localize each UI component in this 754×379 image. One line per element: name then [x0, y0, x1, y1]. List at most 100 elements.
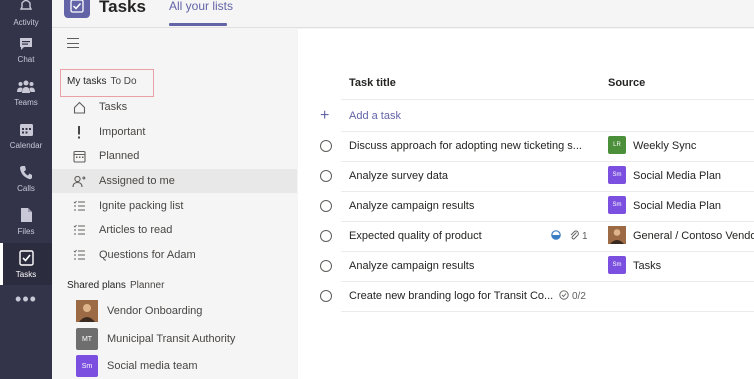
- my-tasks-header: My tasks To Do: [67, 76, 137, 87]
- tab-all-your-lists[interactable]: All your lists: [169, 0, 233, 13]
- my-tasks-subtitle: To Do: [110, 76, 137, 87]
- rail-item-teams[interactable]: Teams: [0, 76, 52, 119]
- task-list-pane: Task title Source + Add a task Discuss a…: [298, 29, 754, 379]
- plus-icon[interactable]: +: [320, 108, 329, 124]
- task-title[interactable]: Create new branding logo for Transit Co.…: [349, 290, 553, 302]
- divider: [341, 99, 754, 100]
- rail-label: Activity: [13, 18, 39, 27]
- rail-label: Teams: [14, 98, 38, 107]
- plan-label: Social media team: [107, 360, 198, 372]
- task-row[interactable]: Analyze campaign results Sm Tasks: [298, 251, 754, 281]
- rail-label: Files: [17, 227, 35, 236]
- column-header-source[interactable]: Source: [608, 77, 645, 89]
- sidebar-item-questions-for-adam[interactable]: Questions for Adam: [52, 243, 297, 267]
- phone-icon: [16, 162, 36, 182]
- task-row[interactable]: Analyze campaign results Sm Social Media…: [298, 191, 754, 221]
- complete-checkbox[interactable]: [320, 140, 332, 152]
- task-source[interactable]: Tasks: [633, 260, 661, 272]
- source-avatar: Sm: [608, 256, 626, 274]
- sidebar-item-tasks[interactable]: Tasks: [52, 95, 297, 119]
- source-avatar: Sm: [608, 196, 626, 214]
- complete-checkbox[interactable]: [320, 230, 332, 242]
- app-header: Tasks All your lists: [52, 0, 754, 28]
- task-source[interactable]: Social Media Plan: [633, 170, 721, 182]
- chat-icon: [16, 33, 36, 53]
- divider: [341, 311, 754, 312]
- task-row[interactable]: Analyze survey data Sm Social Media Plan: [298, 161, 754, 191]
- rail-label: Calls: [17, 184, 35, 193]
- plan-avatar: Sm: [76, 355, 98, 377]
- hamburger-menu-icon[interactable]: [67, 38, 79, 48]
- add-task-input[interactable]: Add a task: [349, 110, 401, 122]
- rail-label: Calendar: [9, 141, 43, 150]
- rail-label: Chat: [17, 55, 35, 64]
- column-header-task-title[interactable]: Task title: [349, 77, 396, 89]
- sidebar-item-label: Questions for Adam: [99, 249, 196, 261]
- task-title[interactable]: Expected quality of product: [349, 230, 482, 242]
- task-source[interactable]: General / Contoso Vendo: [633, 230, 754, 242]
- source-avatar: [608, 226, 626, 244]
- task-row[interactable]: Create new branding logo for Transit Co.…: [298, 281, 754, 311]
- task-meta: 0/2: [559, 290, 586, 303]
- sidebar-item-ignite-packing-list[interactable]: Ignite packing list: [52, 194, 297, 218]
- lists-sidebar: My tasks To Do Tasks Important Planned As…: [52, 29, 297, 379]
- progress-icon: [551, 230, 561, 243]
- plan-avatar: [76, 300, 98, 322]
- rail-item-calls[interactable]: Calls: [0, 162, 52, 205]
- attachment-icon: [570, 230, 579, 243]
- task-source[interactable]: Weekly Sync: [633, 140, 696, 152]
- plan-item-social-media-team[interactable]: Sm Social media team: [52, 353, 297, 379]
- complete-checkbox[interactable]: [320, 290, 332, 302]
- complete-checkbox[interactable]: [320, 260, 332, 272]
- shared-plans-title: Shared plans: [67, 280, 126, 291]
- sidebar-item-important[interactable]: Important: [52, 120, 297, 144]
- plan-item-municipal-transit-authority[interactable]: MT Municipal Transit Authority: [52, 326, 297, 352]
- tasks-icon: [16, 248, 36, 268]
- my-tasks-title: My tasks: [67, 76, 107, 87]
- task-row[interactable]: Discuss approach for adopting new ticket…: [298, 131, 754, 161]
- rail-item-tasks[interactable]: Tasks: [0, 243, 52, 285]
- complete-checkbox[interactable]: [320, 170, 332, 182]
- bell-icon: [16, 0, 36, 16]
- rail-item-files[interactable]: Files: [0, 205, 52, 248]
- list-icon: [72, 223, 86, 237]
- sidebar-item-articles-to-read[interactable]: Articles to read: [52, 218, 297, 242]
- complete-checkbox[interactable]: [320, 200, 332, 212]
- sidebar-item-planned[interactable]: Planned: [52, 144, 297, 168]
- sidebar-item-label: Planned: [99, 150, 140, 162]
- task-title[interactable]: Analyze campaign results: [349, 260, 474, 272]
- sidebar-item-assigned-to-me[interactable]: Assigned to me: [52, 169, 297, 193]
- active-tab-indicator: [169, 23, 227, 26]
- home-icon: [72, 100, 86, 114]
- task-title[interactable]: Analyze campaign results: [349, 200, 474, 212]
- list-icon: [72, 199, 86, 213]
- calendar-icon: [72, 149, 86, 163]
- exclamation-icon: [72, 125, 86, 139]
- page-title: Tasks: [99, 0, 146, 16]
- rail-item-calendar[interactable]: Calendar: [0, 119, 52, 162]
- plan-item-vendor-onboarding[interactable]: Vendor Onboarding: [52, 298, 297, 324]
- sidebar-item-label: Articles to read: [99, 224, 173, 236]
- tasks-app-icon: [64, 0, 90, 18]
- checklist-count: 0/2: [572, 291, 586, 302]
- sidebar-item-label: Important: [99, 126, 146, 138]
- teams-icon: [16, 76, 36, 96]
- shared-plans-subtitle: Planner: [129, 280, 165, 291]
- person-assigned-icon: [72, 174, 86, 188]
- attachment-count: 1: [582, 231, 588, 242]
- plan-avatar: MT: [76, 328, 98, 350]
- rail-label: Tasks: [15, 270, 37, 279]
- list-icon: [72, 248, 86, 262]
- calendar-icon: [16, 119, 36, 139]
- more-apps-icon[interactable]: •••: [0, 290, 52, 308]
- task-row[interactable]: Expected quality of product 1 General / …: [298, 221, 754, 251]
- sidebar-item-label: Tasks: [99, 101, 128, 113]
- sidebar-item-label: Ignite packing list: [99, 200, 184, 212]
- source-avatar: Sm: [608, 166, 626, 184]
- file-icon: [16, 205, 36, 225]
- task-title[interactable]: Analyze survey data: [349, 170, 448, 182]
- plan-label: Vendor Onboarding: [107, 305, 203, 317]
- task-source[interactable]: Social Media Plan: [633, 200, 721, 212]
- rail-item-chat[interactable]: Chat: [0, 33, 52, 76]
- task-title[interactable]: Discuss approach for adopting new ticket…: [349, 140, 582, 152]
